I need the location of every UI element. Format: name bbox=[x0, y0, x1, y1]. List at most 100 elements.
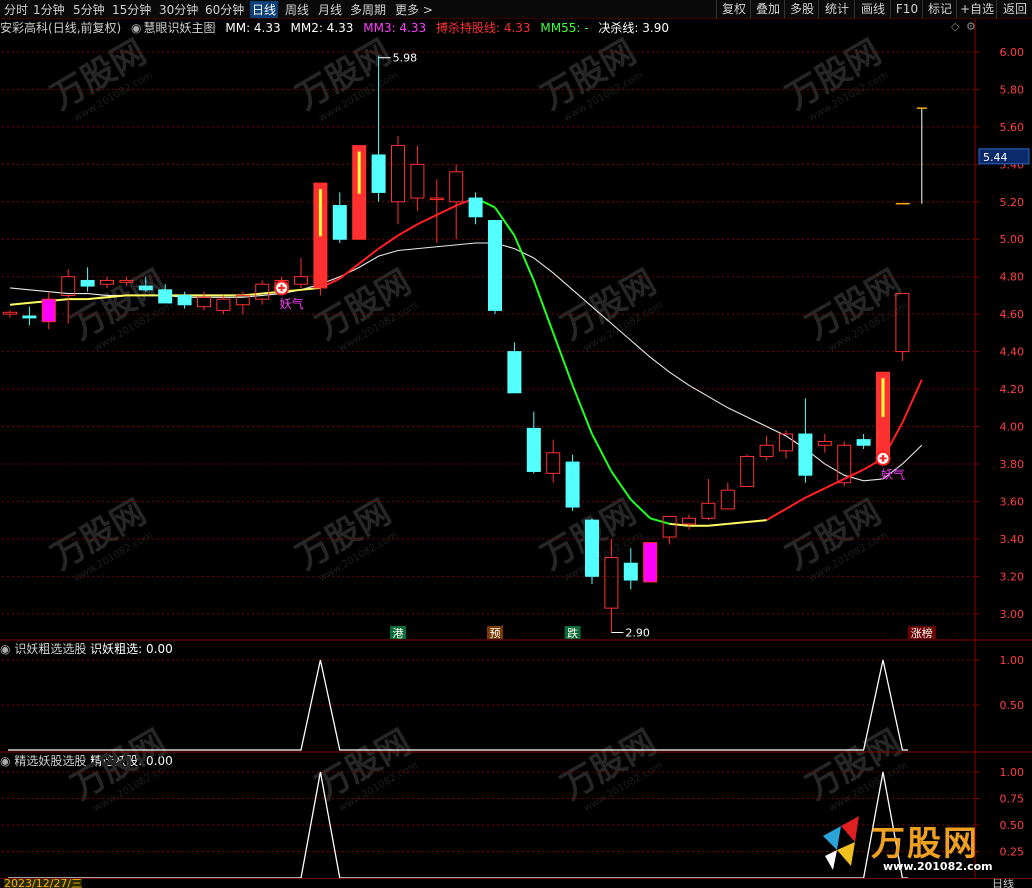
hold-line-segment bbox=[727, 521, 748, 525]
candle bbox=[119, 276, 134, 287]
candle bbox=[682, 514, 696, 530]
candle bbox=[158, 284, 173, 304]
candle bbox=[546, 439, 561, 483]
diamond-icon[interactable]: ◇ bbox=[951, 20, 959, 33]
hold-line-segment bbox=[281, 288, 302, 293]
hold-line-segment bbox=[48, 298, 69, 303]
period-tab-60min[interactable]: 60分钟 bbox=[205, 1, 244, 18]
hold-line-segment bbox=[319, 277, 341, 289]
watermark-url: www.201082.com bbox=[827, 760, 910, 814]
candle-body bbox=[255, 283, 270, 300]
candle-inner-mark bbox=[357, 151, 361, 194]
period-tab-15min[interactable]: 15分钟 bbox=[112, 1, 151, 18]
candle-body bbox=[313, 182, 328, 289]
candle bbox=[623, 548, 638, 590]
hold-line-segment bbox=[300, 286, 321, 291]
back-button[interactable]: 返回 bbox=[996, 0, 1032, 18]
period-tab-intraday[interactable]: 分时 bbox=[4, 1, 28, 18]
candle-body bbox=[294, 276, 308, 285]
indicator-info-line: 安彩高科(日线,前复权) ◉ 慧眼识妖主图 MM: 4.33 MM2: 4.33 … bbox=[0, 19, 975, 37]
watermark-brand: 万股网 bbox=[555, 262, 663, 348]
period-tab-30min[interactable]: 30分钟 bbox=[159, 1, 198, 18]
candle bbox=[177, 291, 192, 309]
watermark-brand: 万股网 bbox=[45, 492, 153, 578]
candle bbox=[80, 267, 95, 292]
candle-body bbox=[701, 502, 716, 519]
chart-axes: 6.00 5.80 5.60 5.40 5.20 5.00 4.80 4.60 4.40 4.20… bbox=[0, 19, 1032, 878]
hold-line-segment bbox=[649, 517, 670, 525]
candle-body bbox=[235, 294, 250, 306]
candle-body bbox=[759, 444, 774, 457]
multi-stock-button[interactable]: 多股 bbox=[784, 0, 819, 18]
indicator-name[interactable]: 慧眼识妖主图 bbox=[144, 21, 216, 35]
bottom-tag: 港 bbox=[393, 627, 404, 640]
bottom-tag: 跌 bbox=[567, 626, 578, 640]
hold-line-segment bbox=[591, 433, 613, 472]
collapse-icon[interactable]: ◉ bbox=[0, 642, 10, 656]
candle-body bbox=[177, 294, 192, 306]
hold-line-segment bbox=[843, 468, 865, 480]
candle-body bbox=[332, 205, 347, 240]
y-tick-label: 3.20 bbox=[1000, 570, 1025, 583]
hold-line-segment bbox=[416, 214, 438, 226]
period-tab-5min[interactable]: 5分钟 bbox=[73, 1, 105, 18]
period-tab-multi[interactable]: 多周期 bbox=[350, 1, 386, 18]
hold-line-segment bbox=[358, 247, 380, 265]
overlay-button[interactable]: 叠加 bbox=[750, 0, 785, 18]
period-tab-monthly[interactable]: 月线 bbox=[318, 1, 342, 18]
logo-emblem-icon bbox=[823, 816, 859, 870]
watermark-brand: 万股网 bbox=[65, 262, 173, 348]
candle-body bbox=[410, 163, 425, 199]
y-tick-label: 6.00 bbox=[1000, 46, 1025, 59]
candle-body bbox=[119, 279, 134, 283]
kill-line-series bbox=[9, 242, 923, 482]
candle bbox=[313, 182, 328, 296]
hold-line-segment bbox=[804, 487, 826, 499]
collapse-icon[interactable]: ◉ bbox=[131, 21, 141, 35]
candle bbox=[216, 295, 231, 315]
sub-chart-2-title[interactable]: 精选妖股选股 bbox=[14, 754, 86, 768]
collapse-icon[interactable]: ◉ bbox=[0, 754, 10, 768]
y-tick-label: 4.60 bbox=[1000, 308, 1025, 321]
watermark-brand: 万股网 bbox=[535, 32, 643, 118]
period-tab-weekly[interactable]: 周线 bbox=[285, 1, 309, 18]
sub-chart-1-title[interactable]: 识妖粗选选股 bbox=[14, 642, 86, 656]
watermark-url: www.201082.com bbox=[807, 70, 890, 124]
candle-body bbox=[526, 427, 541, 472]
candle-body bbox=[546, 452, 561, 474]
indicator-lines bbox=[9, 197, 923, 527]
candle bbox=[895, 293, 910, 361]
y-tick-label: 4.00 bbox=[1000, 421, 1025, 434]
candle-body bbox=[895, 293, 910, 353]
candle-body bbox=[3, 311, 17, 315]
watermark-url: www.201082.com bbox=[92, 300, 175, 354]
candle bbox=[798, 398, 813, 483]
candle bbox=[100, 276, 114, 288]
period-tab-more[interactable]: 更多 > bbox=[395, 1, 433, 18]
period-tab-daily[interactable]: 日线 bbox=[250, 1, 279, 18]
hold-line-segment bbox=[571, 384, 593, 435]
chart-grid bbox=[2, 51, 975, 615]
draw-line-button[interactable]: 画线 bbox=[854, 0, 891, 18]
f10-button[interactable]: F10 bbox=[890, 0, 923, 18]
watermark-url: www.201082.com bbox=[317, 530, 400, 584]
candle-inner-mark bbox=[881, 378, 885, 417]
restore-right-button[interactable]: 复权 bbox=[716, 0, 751, 18]
settings-icon[interactable]: ⚙ bbox=[966, 20, 976, 33]
statistics-button[interactable]: 统计 bbox=[818, 0, 855, 18]
hold-line-segment bbox=[882, 422, 904, 459]
period-tab-1min[interactable]: 1分钟 bbox=[33, 1, 65, 18]
watermark-brand: 万股网 bbox=[780, 32, 888, 118]
sub-series-line bbox=[8, 659, 908, 751]
mark-button[interactable]: 标记 bbox=[922, 0, 957, 18]
watermark-url: www.201082.com bbox=[337, 760, 420, 814]
candle-body bbox=[22, 315, 37, 319]
sub-chart-1-header: ◉ 识妖粗选选股 识妖粗选: 0.00 bbox=[0, 641, 173, 657]
current-price-label: 5.44 bbox=[983, 151, 1008, 164]
watermark-brand: 万股网 bbox=[310, 262, 418, 348]
add-watchlist-button[interactable]: +自选 bbox=[956, 0, 997, 18]
tag-box bbox=[907, 626, 936, 639]
y-tick-label: 5.60 bbox=[1000, 121, 1025, 134]
candle-body bbox=[856, 439, 871, 446]
sub-chart-1-value: 识妖粗选: 0.00 bbox=[90, 642, 173, 656]
